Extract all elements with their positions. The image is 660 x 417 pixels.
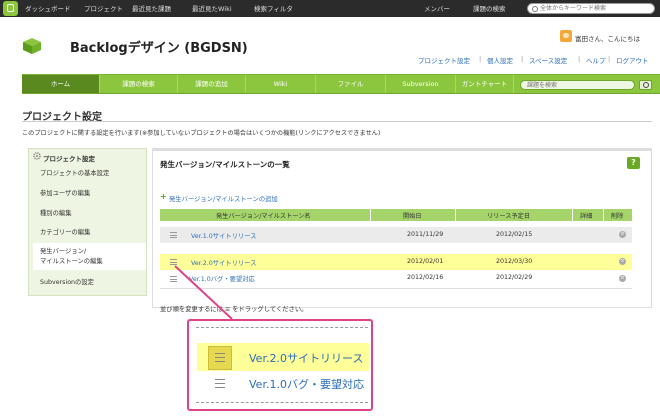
topbar-link-issue-search[interactable]: 課題の検索	[473, 3, 506, 13]
sidebar-item-basic-settings[interactable]: プロジェクトの基本設定	[40, 168, 109, 177]
topbar-link-recent-wiki[interactable]: 最近見たWiki	[192, 3, 232, 13]
sidebar-item-types[interactable]: 種別の編集	[40, 208, 71, 217]
dashed-divider	[196, 327, 368, 329]
link-logout[interactable]: ログアウト	[616, 55, 649, 65]
tab-gantt[interactable]: ガントチャート	[456, 75, 514, 93]
drag-handle-icon	[215, 353, 225, 362]
column-divider	[370, 209, 371, 221]
release-date: 2012/03/30	[496, 258, 533, 265]
tab-issue-search[interactable]: 課題の検索	[100, 75, 178, 93]
tab-files[interactable]: ファイル	[316, 75, 386, 93]
callout-pointer	[174, 265, 233, 320]
sidebar-item-versions-line1[interactable]: 発生バージョン/	[40, 246, 86, 255]
topbar-link-search-filter[interactable]: 検索フィルタ	[254, 3, 293, 13]
column-divider	[572, 209, 573, 221]
start-date: 2012/02/16	[407, 274, 444, 281]
help-button[interactable]: ?	[627, 157, 640, 169]
separator: |	[521, 55, 524, 63]
release-date: 2012/02/15	[496, 231, 533, 238]
start-date: 2012/02/01	[407, 258, 444, 265]
topbar-link-projects[interactable]: プロジェクト	[84, 3, 123, 13]
milestone-name-link[interactable]: Ver.1.0サイトリリース	[191, 231, 256, 240]
issue-search-box[interactable]	[520, 80, 635, 90]
column-header-start: 開始日	[403, 213, 422, 220]
column-divider	[603, 209, 604, 221]
topbar-link-recent-issues[interactable]: 最近見た課題	[132, 3, 171, 13]
dashed-divider	[196, 402, 368, 404]
column-header-detail: 詳細	[580, 213, 593, 220]
tab-subversion[interactable]: Subversion	[386, 75, 456, 93]
start-date: 2011/11/29	[407, 231, 444, 238]
zoom-milestone-name: Ver.2.0サイトリリース	[249, 352, 364, 365]
link-help[interactable]: ヘルプ	[586, 55, 606, 65]
sidebar-item-categories[interactable]: カテゴリーの編集	[40, 227, 90, 236]
column-header-name: 発生バージョン/マイルストーン名	[216, 213, 311, 220]
sidebar-item-subversion[interactable]: Subversionの設定	[40, 277, 94, 286]
delete-icon[interactable]: ×	[619, 275, 626, 282]
panel-title: 発生バージョン/マイルストーンの一覧	[160, 160, 290, 169]
global-search-input[interactable]	[540, 4, 652, 13]
separator: |	[479, 55, 482, 63]
backlog-logo-icon[interactable]	[3, 1, 18, 16]
drag-handle-icon[interactable]	[170, 232, 177, 238]
tab-add-issue[interactable]: 課題の追加	[178, 75, 246, 93]
topbar-link-members[interactable]: メンバー	[424, 3, 450, 13]
release-date: 2012/02/29	[496, 274, 533, 281]
issue-search-input[interactable]	[527, 81, 627, 89]
project-cube-icon	[23, 38, 41, 54]
column-header-release: リリース予定日	[487, 213, 531, 220]
delete-icon[interactable]: ×	[619, 231, 626, 238]
sidebar-item-users[interactable]: 参加ユーザの編集	[40, 188, 90, 197]
drag-handle-icon	[215, 379, 225, 388]
tab-home[interactable]: ホーム	[22, 75, 100, 93]
page-description: このプロジェクトに関する設定を行います(※参加していないプロジェクトの場合はいく…	[22, 130, 381, 137]
project-title: Backlogデザイン (BGDSN)	[70, 41, 248, 56]
sidebar-heading: プロジェクト設定	[43, 155, 95, 163]
divider	[22, 121, 652, 122]
gear-icon	[33, 152, 41, 160]
zoom-milestone-name: Ver.1.0バグ・要望対応	[249, 378, 364, 391]
global-search-box[interactable]	[527, 3, 655, 14]
delete-icon[interactable]: ×	[619, 258, 626, 265]
user-greeting: 富田さん、こんにちは	[575, 35, 640, 43]
separator: |	[608, 55, 611, 63]
tab-wiki[interactable]: Wiki	[246, 75, 316, 93]
search-icon	[532, 6, 538, 12]
add-milestone-link[interactable]: 発生バージョン/マイルストーンの追加	[169, 194, 278, 203]
add-icon: +	[160, 192, 167, 201]
link-space-settings[interactable]: スペース設定	[529, 55, 567, 65]
column-divider	[455, 209, 456, 221]
search-icon	[643, 82, 649, 88]
link-personal-settings[interactable]: 個人設定	[487, 55, 513, 65]
avatar[interactable]	[560, 30, 572, 42]
column-header-delete: 削除	[611, 213, 624, 220]
separator: |	[578, 55, 581, 63]
sidebar-item-versions-line2[interactable]: マイルストーンの編集	[40, 256, 103, 265]
topbar-link-dashboard[interactable]: ダッシュボード	[25, 3, 71, 13]
issue-search-button[interactable]	[639, 80, 652, 90]
link-project-settings[interactable]: プロジェクト設定	[418, 55, 470, 65]
